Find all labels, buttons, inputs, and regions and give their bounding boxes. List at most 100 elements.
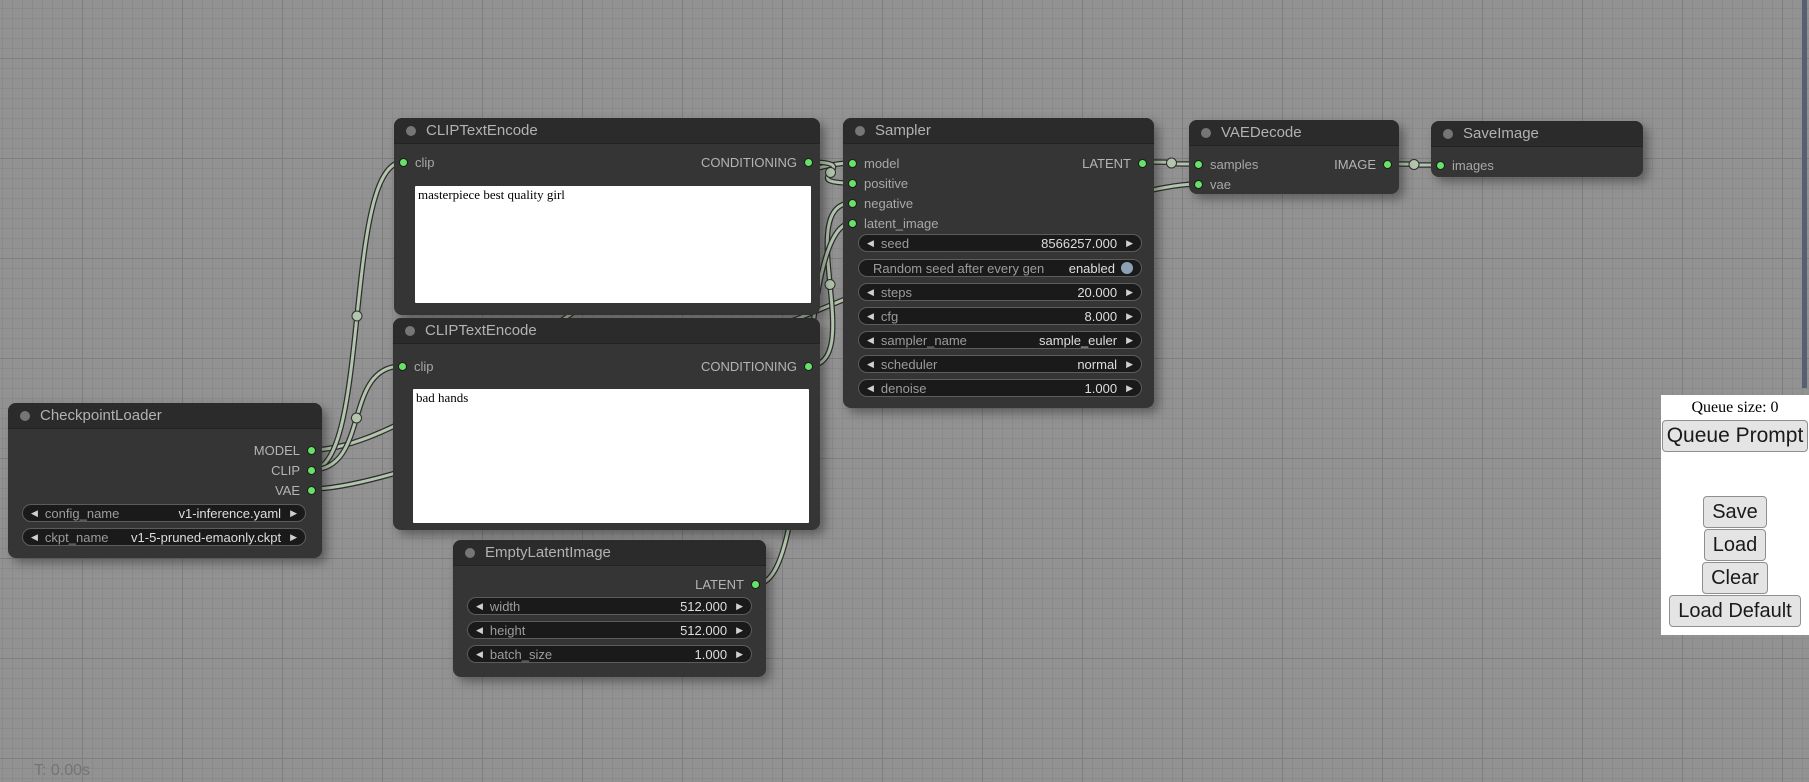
decrement-arrow-icon[interactable]: ◀ [867,239,874,248]
decrement-arrow-icon[interactable]: ◀ [476,650,483,659]
node-title: SaveImage [1463,125,1539,142]
samples-input-port[interactable] [1194,160,1203,169]
seed-widget[interactable]: ◀ seed 8566257.000 ▶ [858,234,1142,252]
vae-input-port[interactable] [1194,180,1203,189]
increment-arrow-icon[interactable]: ▶ [1126,360,1133,369]
output-label: CONDITIONING [701,359,797,374]
queue-size-label: Queue size: 0 [1691,399,1778,417]
node-checkpointloader[interactable]: CheckpointLoader MODEL CLIP VAE ◀ config… [8,403,322,558]
load-default-button[interactable]: Load Default [1669,595,1800,627]
clear-button[interactable]: Clear [1702,562,1768,594]
increment-arrow-icon[interactable]: ▶ [736,626,743,635]
decrement-arrow-icon[interactable]: ◀ [867,288,874,297]
save-button[interactable]: Save [1703,496,1767,528]
output-row: VAE [8,480,322,500]
collapse-dot-icon[interactable] [855,126,865,136]
random-seed-toggle[interactable]: Random seed after every gen enabled [858,259,1142,277]
model-input-port[interactable] [848,159,857,168]
increment-arrow-icon[interactable]: ▶ [1126,239,1133,248]
collapse-dot-icon[interactable] [1443,129,1453,139]
output-label: VAE [275,483,300,498]
widget-value: 1.000 [695,647,728,662]
collapse-dot-icon[interactable] [406,126,416,136]
port-row: images [1431,155,1643,175]
decrement-arrow-icon[interactable]: ◀ [867,384,874,393]
conditioning-output-port[interactable] [804,158,813,167]
output-row: CLIP [8,460,322,480]
graph-canvas[interactable]: { "colors":{"port_green":"#67e167","link… [0,0,1809,782]
sampler-name-widget[interactable]: ◀ sampler_name sample_euler ▶ [858,331,1142,349]
node-title: CLIPTextEncode [426,122,538,139]
node-title-bar[interactable]: SaveImage [1431,121,1643,147]
widget-label: ckpt_name [45,530,109,545]
latent-output-port[interactable] [751,580,760,589]
port-row: latent_image [843,213,1154,233]
toggle-indicator-icon[interactable] [1121,262,1133,274]
increment-arrow-icon[interactable]: ▶ [290,533,297,542]
width-widget[interactable]: ◀ width 512.000 ▶ [467,597,752,615]
decrement-arrow-icon[interactable]: ◀ [31,509,38,518]
node-saveimage[interactable]: SaveImage images [1431,121,1643,177]
port-row: clip CONDITIONING [393,356,820,376]
clip-input-port[interactable] [398,362,407,371]
decrement-arrow-icon[interactable]: ◀ [476,626,483,635]
node-title-bar[interactable]: VAEDecode [1189,120,1399,146]
increment-arrow-icon[interactable]: ▶ [736,650,743,659]
widget-label: Random seed after every gen [873,261,1044,276]
ckpt-name-widget[interactable]: ◀ ckpt_name v1-5-pruned-emaonly.ckpt ▶ [22,528,306,546]
node-cliptextencode-positive[interactable]: CLIPTextEncode clip CONDITIONING masterp… [394,118,820,315]
input-label: positive [864,176,908,191]
conditioning-output-port[interactable] [804,362,813,371]
node-title-bar[interactable]: EmptyLatentImage [453,540,766,566]
model-output-port[interactable] [307,446,316,455]
increment-arrow-icon[interactable]: ▶ [1126,384,1133,393]
widget-label: width [490,599,520,614]
collapse-dot-icon[interactable] [1201,128,1211,138]
increment-arrow-icon[interactable]: ▶ [1126,336,1133,345]
negative-prompt-textarea[interactable]: bad hands [413,389,809,523]
positive-input-port[interactable] [848,179,857,188]
node-title-bar[interactable]: Sampler [843,118,1154,144]
collapse-dot-icon[interactable] [20,411,30,421]
vae-output-port[interactable] [307,486,316,495]
output-label: LATENT [1082,156,1131,171]
queue-prompt-button[interactable]: Queue Prompt [1662,420,1808,452]
images-input-port[interactable] [1436,161,1445,170]
node-emptylatentimage[interactable]: EmptyLatentImage LATENT ◀ width 512.000 … [453,540,766,677]
batch-size-widget[interactable]: ◀ batch_size 1.000 ▶ [467,645,752,663]
increment-arrow-icon[interactable]: ▶ [1126,312,1133,321]
height-widget[interactable]: ◀ height 512.000 ▶ [467,621,752,639]
config-name-widget[interactable]: ◀ config_name v1-inference.yaml ▶ [22,504,306,522]
latent-image-input-port[interactable] [848,219,857,228]
steps-widget[interactable]: ◀ steps 20.000 ▶ [858,283,1142,301]
increment-arrow-icon[interactable]: ▶ [290,509,297,518]
output-label: CONDITIONING [701,155,797,170]
image-output-port[interactable] [1383,160,1392,169]
collapse-dot-icon[interactable] [405,326,415,336]
negative-input-port[interactable] [848,199,857,208]
node-cliptextencode-negative[interactable]: CLIPTextEncode clip CONDITIONING bad han… [393,318,820,530]
widget-value: 8566257.000 [1041,236,1117,251]
decrement-arrow-icon[interactable]: ◀ [476,602,483,611]
decrement-arrow-icon[interactable]: ◀ [867,336,874,345]
positive-prompt-textarea[interactable]: masterpiece best quality girl [415,186,811,303]
clip-output-port[interactable] [307,466,316,475]
increment-arrow-icon[interactable]: ▶ [1126,288,1133,297]
scrollbar-thumb[interactable] [1802,0,1807,388]
decrement-arrow-icon[interactable]: ◀ [867,360,874,369]
decrement-arrow-icon[interactable]: ◀ [867,312,874,321]
node-vaedecode[interactable]: VAEDecode samples IMAGE vae [1189,120,1399,194]
load-button[interactable]: Load [1704,529,1767,561]
node-title-bar[interactable]: CLIPTextEncode [394,118,820,144]
collapse-dot-icon[interactable] [465,548,475,558]
latent-output-port[interactable] [1138,159,1147,168]
increment-arrow-icon[interactable]: ▶ [736,602,743,611]
scheduler-widget[interactable]: ◀ scheduler normal ▶ [858,355,1142,373]
node-title-bar[interactable]: CLIPTextEncode [393,318,820,344]
decrement-arrow-icon[interactable]: ◀ [31,533,38,542]
node-title-bar[interactable]: CheckpointLoader [8,403,322,429]
node-sampler[interactable]: Sampler model LATENT positive negative l… [843,118,1154,408]
clip-input-port[interactable] [399,158,408,167]
denoise-widget[interactable]: ◀ denoise 1.000 ▶ [858,379,1142,397]
cfg-widget[interactable]: ◀ cfg 8.000 ▶ [858,307,1142,325]
